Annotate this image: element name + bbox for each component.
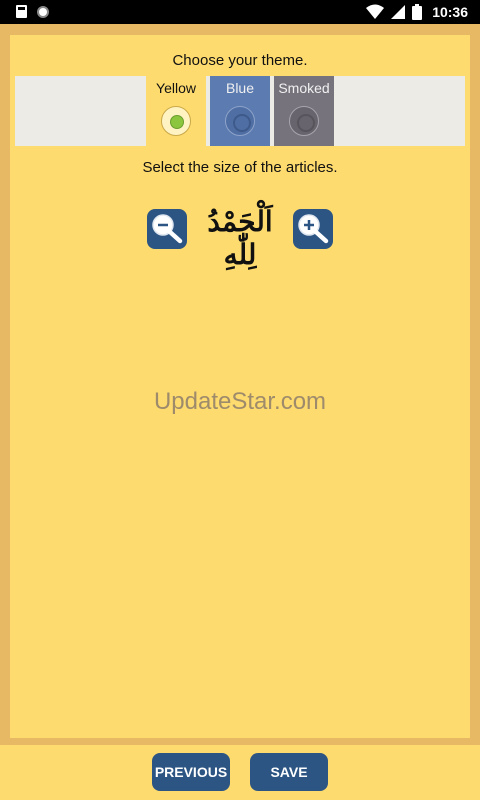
theme-selector: Yellow Blue Smoked (15, 76, 465, 146)
status-time: 10:36 (432, 4, 468, 20)
zoom-out-button[interactable] (147, 209, 187, 249)
theme-option-label: Yellow (156, 80, 196, 96)
previous-button[interactable]: PREVIOUS (152, 753, 230, 791)
status-bar-left (16, 5, 49, 18)
bottom-bar: PREVIOUS SAVE (0, 745, 480, 800)
article-size-sample: اَلْحَمْدُ لِلّٰهِ (207, 205, 273, 271)
theme-option-label: Smoked (278, 80, 330, 96)
battery-icon (412, 4, 423, 20)
zoom-out-icon (152, 214, 183, 244)
size-prompt: Select the size of the articles. (142, 159, 338, 176)
status-bar-right: 10:36 (366, 3, 468, 21)
radio-unselected-icon[interactable] (289, 106, 319, 136)
theme-option-blue[interactable]: Blue (210, 76, 270, 146)
zoom-in-icon (298, 214, 329, 244)
zoom-in-button[interactable] (293, 209, 333, 249)
theme-option-smoked[interactable]: Smoked (274, 76, 334, 146)
signal-icon (391, 5, 406, 19)
save-button[interactable]: SAVE (250, 753, 328, 791)
wifi-icon (366, 4, 385, 19)
sd-card-icon (16, 5, 27, 18)
notification-dot-icon (37, 5, 49, 18)
radio-unselected-icon[interactable] (225, 106, 255, 136)
status-bar: 10:36 (0, 0, 480, 24)
radio-selected-icon[interactable] (161, 106, 191, 136)
settings-panel: Choose your theme. Yellow Blue Smoked Se… (10, 35, 470, 738)
theme-option-yellow[interactable]: Yellow (146, 76, 206, 146)
watermark: UpdateStar.com (153, 388, 327, 415)
theme-prompt: Choose your theme. (172, 52, 308, 69)
theme-option-label: Blue (225, 80, 255, 96)
